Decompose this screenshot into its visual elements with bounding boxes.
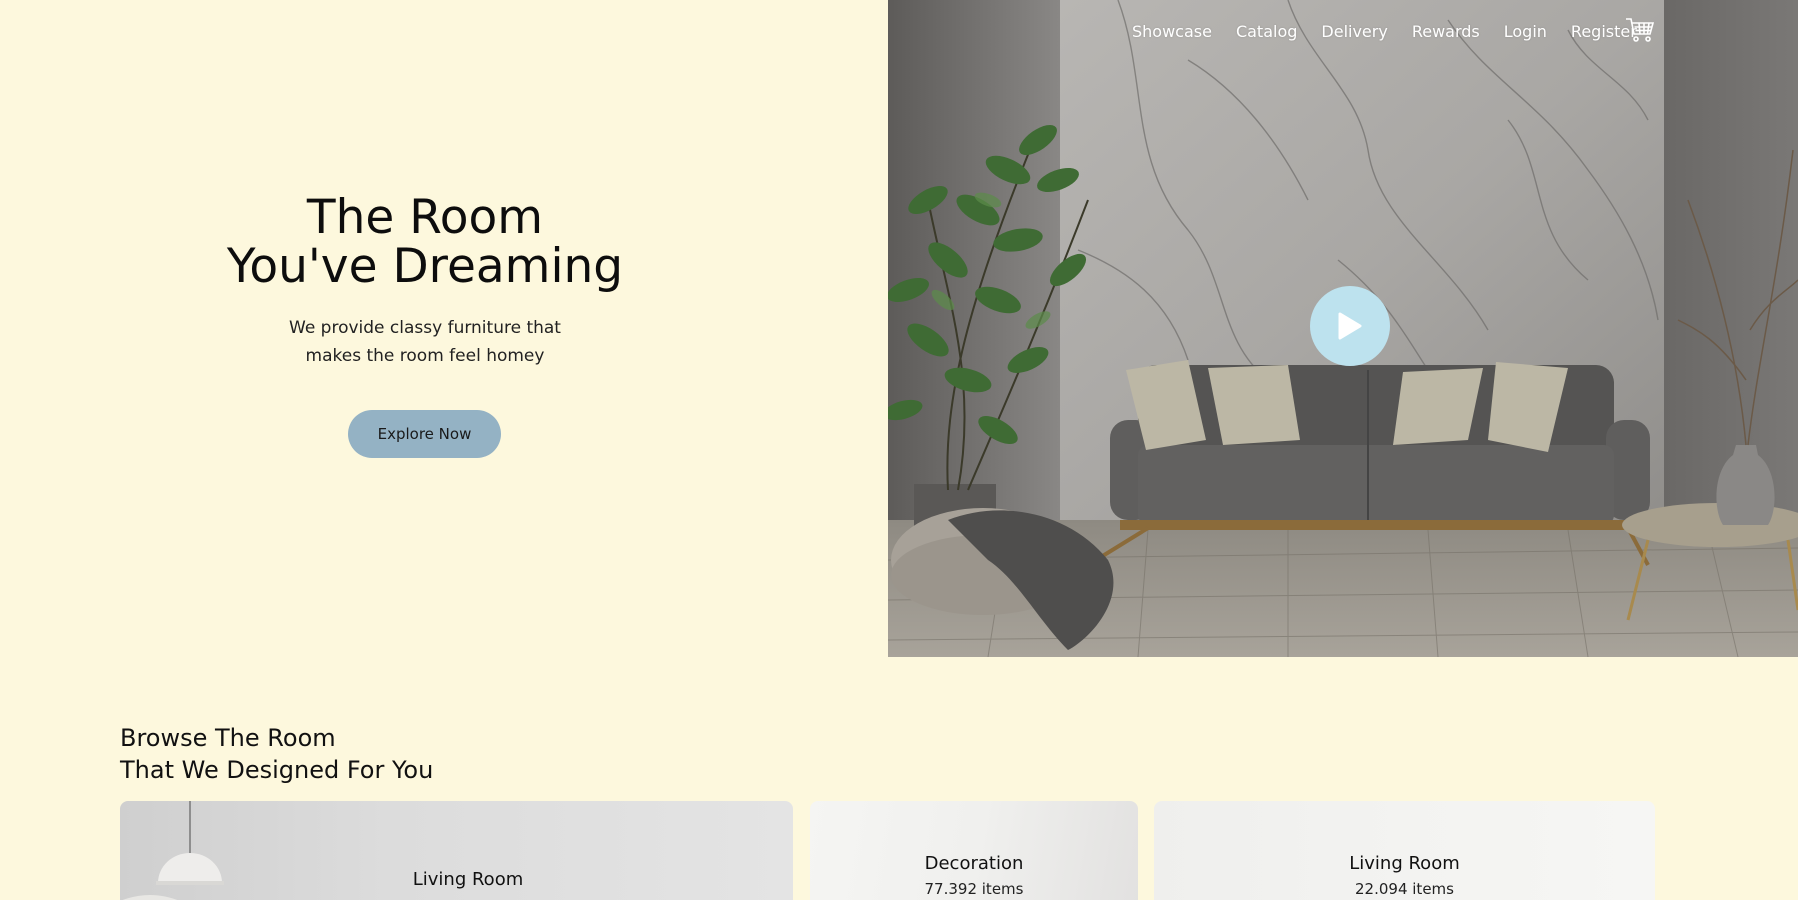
hero-title-line-1: The Room (306, 190, 544, 245)
card-title: Living Room (412, 869, 524, 890)
hero-title: The Room You've Dreaming (0, 193, 850, 291)
nav-showcase[interactable]: Showcase (1132, 22, 1212, 41)
cart-icon[interactable] (1625, 16, 1655, 44)
browse-title-line-2: That We Designed For You (120, 756, 434, 784)
play-video-button[interactable] (1310, 286, 1390, 366)
hero-subtitle-line-2: makes the room feel homey (305, 346, 545, 366)
nav-login[interactable]: Login (1504, 22, 1547, 41)
browse-title: Browse The Room That We Designed For You (120, 722, 433, 786)
nav-delivery[interactable]: Delivery (1321, 22, 1387, 41)
card-title: Decoration (924, 853, 1024, 874)
explore-now-button[interactable]: Explore Now (348, 410, 501, 458)
pendant-lamp-image (122, 801, 224, 900)
browse-title-line-1: Browse The Room (120, 724, 336, 752)
hero-subtitle: We provide classy furniture that makes t… (0, 314, 850, 370)
room-card-living-room-2[interactable]: Living Room 22.094 items (1154, 801, 1655, 900)
hero-subtitle-line-1: We provide classy furniture that (289, 318, 561, 338)
card-count: 22.094 items (1355, 880, 1454, 898)
room-card-living-room[interactable]: Living Room (120, 801, 793, 900)
hero-title-line-2: You've Dreaming (226, 239, 624, 294)
nav-catalog[interactable]: Catalog (1236, 22, 1297, 41)
main-nav: Showcase Catalog Delivery Rewards Login … (1132, 20, 1661, 42)
card-title: Living Room (1349, 853, 1460, 874)
play-icon (1338, 312, 1362, 340)
hero-section: The Room You've Dreaming We provide clas… (0, 0, 888, 657)
room-card-decoration[interactable]: Decoration 77.392 items (810, 801, 1138, 900)
card-count: 77.392 items (924, 880, 1024, 898)
nav-rewards[interactable]: Rewards (1412, 22, 1480, 41)
